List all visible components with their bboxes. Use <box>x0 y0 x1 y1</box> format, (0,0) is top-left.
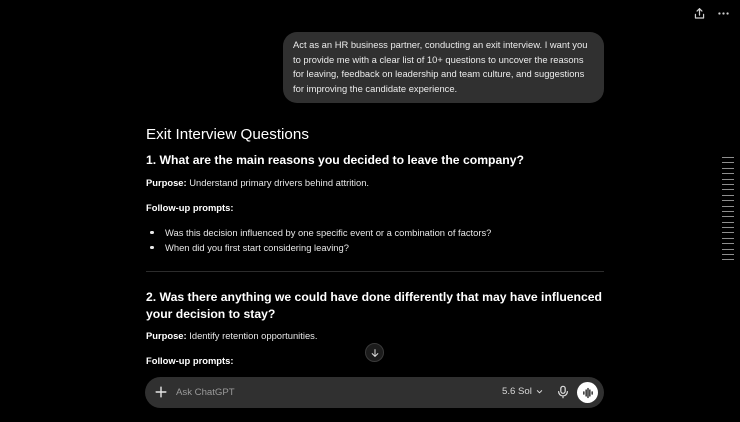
user-message: Act as an HR business partner, conductin… <box>283 32 604 103</box>
question-2-heading: 2. Was there anything we could have done… <box>146 290 603 321</box>
assistant-response: Exit Interview Questions 1. What are the… <box>146 124 606 368</box>
plus-icon <box>155 386 167 398</box>
model-label: 5.6 Sol <box>502 386 532 397</box>
model-selector[interactable]: 5.6 Sol <box>502 386 543 397</box>
question-1-purpose: Purpose: Understand primary drivers behi… <box>146 176 606 190</box>
question-2-purpose: Purpose: Identify retention opportunitie… <box>146 329 606 343</box>
purpose-text: Understand primary drivers behind attrit… <box>186 177 370 188</box>
arrow-down-icon <box>371 348 378 357</box>
voice-mode-icon <box>582 387 593 398</box>
purpose-text: Identify retention opportunities. <box>186 330 318 341</box>
question-1-heading: 1. What are the main reasons you decided… <box>146 153 524 167</box>
followup-label: Follow-up prompts: <box>146 355 234 366</box>
question-1-followups: Was this decision influenced by one spec… <box>146 225 606 255</box>
list-item: When did you first start considering lea… <box>146 240 606 255</box>
response-title: Exit Interview Questions <box>146 126 309 143</box>
question-1-followup-label: Follow-up prompts: <box>146 201 606 215</box>
scroll-to-bottom-button[interactable] <box>365 343 384 362</box>
conversation-minimap[interactable] <box>722 157 734 265</box>
purpose-label: Purpose: <box>146 177 187 188</box>
prompt-input[interactable] <box>176 384 476 401</box>
top-actions <box>692 6 730 20</box>
mic-icon <box>558 385 568 399</box>
share-icon <box>694 7 704 19</box>
list-item: Was this decision influenced by one spec… <box>146 225 606 240</box>
more-icon <box>717 11 729 15</box>
share-button[interactable] <box>692 6 706 20</box>
dictate-button[interactable] <box>556 385 570 399</box>
chevron-down-icon <box>536 390 543 394</box>
section-divider <box>146 271 604 272</box>
prompt-composer: 5.6 Sol <box>145 377 604 408</box>
more-options-button[interactable] <box>716 6 730 20</box>
voice-mode-button[interactable] <box>577 382 598 403</box>
add-attachment-button[interactable] <box>154 385 168 399</box>
purpose-label: Purpose: <box>146 330 187 341</box>
followup-label: Follow-up prompts: <box>146 202 234 213</box>
